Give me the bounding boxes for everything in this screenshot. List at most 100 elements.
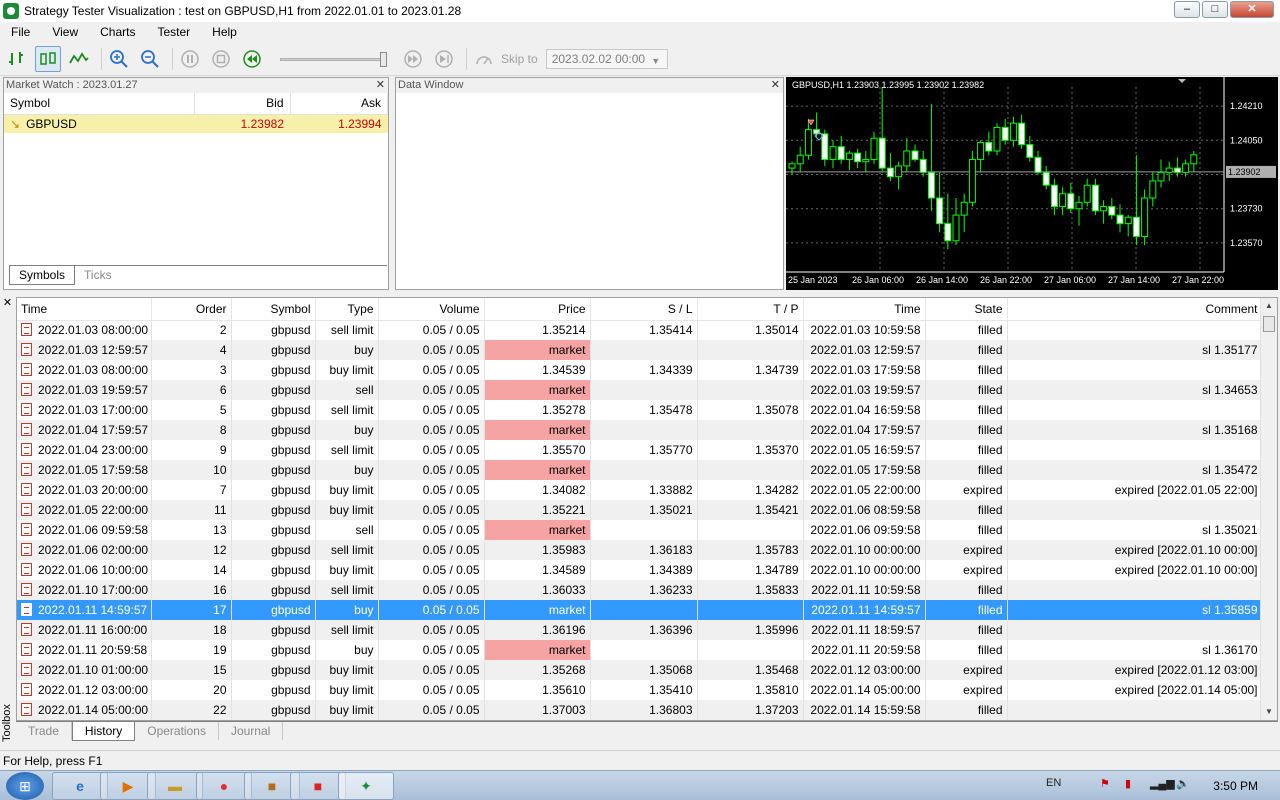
column-header-symbol[interactable]: Symbol: [231, 298, 316, 321]
minimize-button[interactable]: –: [1174, 1, 1200, 18]
fast-forward-icon[interactable]: [400, 46, 426, 72]
menu-file[interactable]: File: [0, 25, 41, 39]
column-header-close-time[interactable]: Time: [803, 298, 926, 321]
table-row[interactable]: 2022.01.10 01:00:00 15 gbpusd buy limit 0.05…: [17, 660, 1263, 680]
table-row[interactable]: 2022.01.10 17:00:00 16 gbpusd sell limit 0.0…: [17, 580, 1263, 600]
table-row[interactable]: 2022.01.14 05:00:00 22 gbpusd buy limit 0.05…: [17, 700, 1263, 720]
tab-history[interactable]: History: [71, 722, 136, 741]
chart-canvas[interactable]: 1.242101.240501.238901.237301.2357025 Ja…: [786, 77, 1278, 290]
zoom-out-icon[interactable]: [137, 46, 163, 72]
tab-symbols[interactable]: Symbols: [9, 266, 76, 285]
clock[interactable]: 3:50 PM: [1213, 779, 1258, 793]
table-row[interactable]: 2022.01.03 08:00:00 2 gbpusd sell limit 0.05…: [17, 320, 1263, 340]
symbol-cell: gbpusd: [231, 340, 316, 360]
column-header-symbol[interactable]: Symbol: [4, 93, 195, 115]
column-header-time[interactable]: Time: [17, 298, 152, 321]
network-icon[interactable]: ▂▄▆: [1150, 777, 1175, 790]
candle-body: [1075, 201, 1083, 210]
start-button[interactable]: ⊞: [6, 772, 44, 800]
volume-icon[interactable]: 🔈: [1176, 777, 1190, 790]
column-header-state[interactable]: State: [925, 298, 1008, 321]
comment-cell: [1007, 580, 1263, 600]
market-watch-close-icon[interactable]: ✕: [376, 78, 385, 92]
symbol-cell: gbpusd: [231, 500, 316, 520]
column-header-order[interactable]: Order: [151, 298, 232, 321]
candlestick-chart-icon[interactable]: [35, 45, 61, 72]
column-header-comment[interactable]: Comment: [1007, 298, 1263, 321]
table-row[interactable]: 2022.01.03 20:00:00 7 gbpusd buy limit 0.05 …: [17, 480, 1263, 500]
type-cell: buy limit: [315, 500, 379, 520]
table-row[interactable]: 2022.01.03 19:59:57 6 gbpusd sell 0.05 / 0.0…: [17, 380, 1263, 400]
table-row[interactable]: 2022.01.06 10:00:00 14 gbpusd buy limit 0.05…: [17, 560, 1263, 580]
close-time-cell: 2022.01.04 16:59:58: [803, 400, 926, 420]
symbol-row[interactable]: ↘ GBPUSD 1.23982 1.23994: [4, 114, 388, 133]
file-explorer-icon[interactable]: ▬: [147, 772, 203, 800]
column-header-volume[interactable]: Volume: [378, 298, 485, 321]
close-button[interactable]: ✕: [1230, 1, 1274, 18]
table-row[interactable]: 2022.01.11 14:59:57 17 gbpusd buy 0.05 / 0.0…: [17, 600, 1263, 620]
table-row[interactable]: 2022.01.05 22:00:00 11 gbpusd buy limit 0.05…: [17, 500, 1263, 520]
slider-thumb[interactable]: [380, 51, 387, 67]
line-chart-icon[interactable]: [66, 46, 92, 72]
tab-trade[interactable]: Trade: [16, 722, 72, 740]
table-row[interactable]: 2022.01.06 09:59:58 13 gbpusd sell 0.05 / 0.…: [17, 520, 1263, 540]
column-header-ask[interactable]: Ask: [290, 93, 388, 115]
menu-view[interactable]: View: [41, 25, 89, 39]
stop-icon[interactable]: [208, 46, 234, 72]
pause-icon[interactable]: [177, 46, 203, 72]
orders-scrollbar[interactable]: ▲ ▼: [1260, 298, 1277, 720]
price-chart[interactable]: 1.242101.240501.238901.237301.2357025 Ja…: [786, 77, 1278, 290]
column-header-tp[interactable]: T / P: [697, 298, 804, 321]
table-row[interactable]: 2022.01.04 17:59:57 8 gbpusd buy 0.05 / 0.05…: [17, 420, 1263, 440]
close-time-cell: 2022.01.10 00:00:00: [803, 560, 926, 580]
speed-slider[interactable]: [280, 49, 390, 69]
metatrader-taskbar-icon[interactable]: ✦: [338, 772, 394, 800]
menu-tester[interactable]: Tester: [146, 25, 201, 39]
maximize-button[interactable]: □: [1202, 1, 1228, 18]
candle-body: [1018, 122, 1026, 146]
rewind-icon[interactable]: [239, 46, 265, 72]
language-indicator[interactable]: EN: [1046, 777, 1061, 789]
table-row[interactable]: 2022.01.06 02:00:00 12 gbpusd sell limit 0.0…: [17, 540, 1263, 560]
scroll-up-icon[interactable]: ▲: [1261, 298, 1277, 314]
table-row[interactable]: 2022.01.03 08:00:00 3 gbpusd buy limit 0.05 …: [17, 360, 1263, 380]
tp-cell: 1.34739: [697, 360, 804, 380]
table-row[interactable]: 2022.01.03 12:59:57 4 gbpusd buy 0.05 / 0.05…: [17, 340, 1263, 360]
tab-ticks[interactable]: Ticks: [75, 266, 121, 285]
price-cell: market: [484, 600, 591, 620]
table-row[interactable]: 2022.01.11 20:59:58 19 gbpusd buy 0.05 / 0.0…: [17, 640, 1263, 660]
scroll-thumb[interactable]: [1263, 316, 1275, 332]
menu-charts[interactable]: Charts: [89, 25, 146, 39]
column-header-bid[interactable]: Bid: [194, 93, 291, 115]
table-row[interactable]: 2022.01.12 03:00:00 20 gbpusd buy limit 0.05…: [17, 680, 1263, 700]
comment-cell: expired [2022.01.14 05:00]: [1007, 680, 1263, 700]
zoom-in-icon[interactable]: [106, 46, 132, 72]
candle-body: [1034, 156, 1042, 173]
bar-chart-icon[interactable]: [4, 46, 30, 72]
table-row[interactable]: 2022.01.04 23:00:00 9 gbpusd sell limit 0.05…: [17, 440, 1263, 460]
table-row[interactable]: 2022.01.05 17:59:58 10 gbpusd buy 0.05 / 0.0…: [17, 460, 1263, 480]
tp-cell: 1.35810: [697, 680, 804, 700]
tab-operations[interactable]: Operations: [135, 722, 219, 740]
price-cell: 1.35268: [484, 660, 591, 680]
skip-to-icon[interactable]: [471, 46, 497, 72]
table-row[interactable]: 2022.01.03 17:00:00 5 gbpusd sell limit 0.05…: [17, 400, 1263, 420]
volume-cell: 0.05 / 0.05: [378, 680, 485, 700]
tray-flag-icon[interactable]: ⚑: [1100, 777, 1110, 790]
column-header-price[interactable]: Price: [484, 298, 591, 321]
trade-marker-icon: [807, 119, 815, 126]
skip-date-field[interactable]: 2023.02.02 00:00 ▼: [545, 48, 668, 69]
column-header-type[interactable]: Type: [315, 298, 379, 321]
menu-help[interactable]: Help: [201, 25, 248, 39]
order-open-time: 2022.01.03 08:00:00: [38, 323, 149, 338]
table-row[interactable]: 2022.01.11 16:00:00 18 gbpusd sell limit 0.0…: [17, 620, 1263, 640]
data-window-close-icon[interactable]: ✕: [771, 78, 780, 92]
calendar-dropdown-icon[interactable]: ▼: [647, 52, 665, 66]
toolbox-close-icon[interactable]: ✕: [0, 296, 15, 309]
tray-security-icon[interactable]: ▮: [1125, 777, 1131, 790]
skip-end-icon[interactable]: [431, 46, 457, 72]
volume-cell: 0.05 / 0.05: [378, 600, 485, 620]
tab-journal[interactable]: Journal: [219, 722, 284, 740]
scroll-down-icon[interactable]: ▼: [1261, 704, 1277, 720]
column-header-sl[interactable]: S / L: [590, 298, 698, 321]
